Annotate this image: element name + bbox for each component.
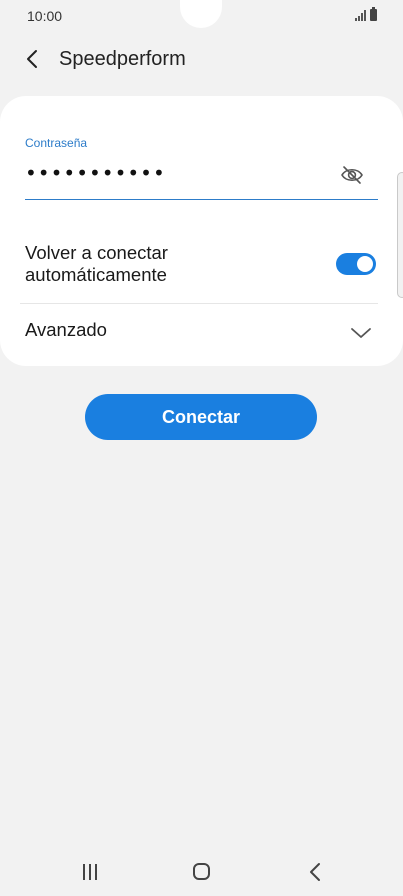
auto-reconnect-label: Volver a conectar automáticamente xyxy=(25,242,168,285)
password-input[interactable] xyxy=(25,158,325,188)
password-underline xyxy=(25,199,378,200)
back-icon[interactable] xyxy=(308,862,322,882)
toggle-knob xyxy=(357,256,373,272)
status-time: 10:00 xyxy=(27,8,63,24)
connect-button[interactable]: Conectar xyxy=(85,394,317,440)
password-label: Contraseña xyxy=(25,136,88,150)
battery-icon xyxy=(370,7,377,21)
navigation-bar xyxy=(0,850,403,896)
advanced-row[interactable]: Avanzado xyxy=(0,304,403,364)
eye-off-icon[interactable] xyxy=(340,164,364,186)
auto-reconnect-toggle[interactable] xyxy=(336,253,376,275)
signal-icon xyxy=(355,10,366,21)
home-icon[interactable] xyxy=(193,863,210,880)
status-icons xyxy=(355,7,377,21)
advanced-label: Avanzado xyxy=(25,319,107,340)
back-arrow-icon[interactable] xyxy=(22,48,44,70)
settings-card: Contraseña Volver a conectar automáticam… xyxy=(0,96,403,366)
camera-notch xyxy=(180,0,222,28)
chevron-down-icon xyxy=(351,328,371,338)
header: Speedperform xyxy=(0,38,403,82)
page-title: Speedperform xyxy=(59,48,186,70)
scroll-indicator[interactable] xyxy=(397,172,403,298)
status-bar: 10:00 xyxy=(0,0,403,32)
recent-apps-icon[interactable] xyxy=(80,864,100,880)
